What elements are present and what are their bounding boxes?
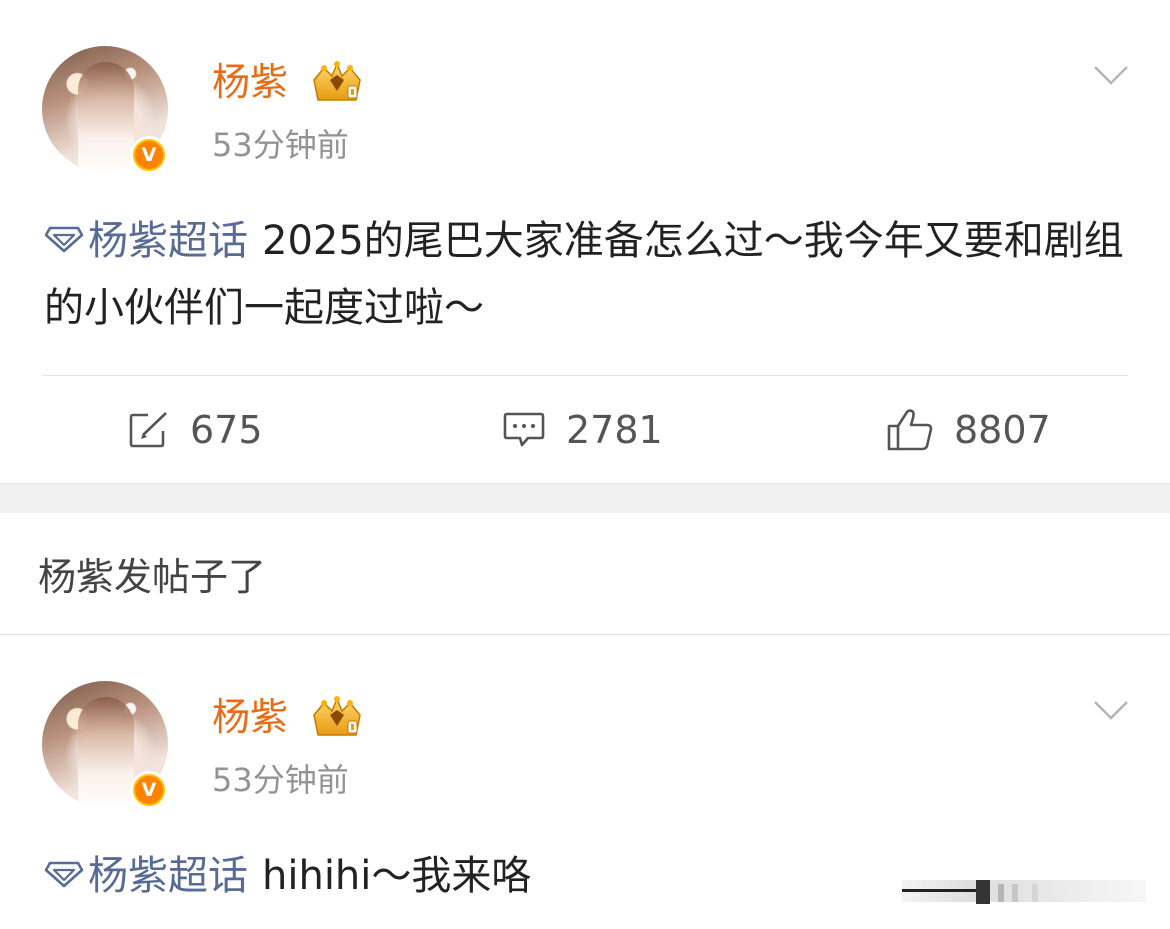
post-time: 53分钟前 bbox=[212, 761, 349, 799]
comment-icon bbox=[503, 412, 545, 447]
supertopic-link[interactable]: 杨紫超话 bbox=[44, 218, 248, 264]
divider bbox=[42, 375, 1128, 376]
comment-button[interactable]: 2781 bbox=[502, 400, 663, 460]
username[interactable]: 杨紫 bbox=[212, 693, 288, 741]
chevron-down-icon[interactable] bbox=[1092, 697, 1130, 723]
crown-member-icon[interactable] bbox=[310, 60, 364, 106]
crown-member-icon[interactable] bbox=[310, 695, 364, 741]
repost-icon bbox=[129, 412, 167, 448]
watermark bbox=[902, 880, 1146, 904]
weibo-post-1: V 杨紫 53分钟前 杨紫超话 2025的尾巴大家准备怎么过～我今年又要和剧组的小… bbox=[0, 0, 1170, 483]
chevron-down-icon[interactable] bbox=[1092, 62, 1130, 88]
like-icon bbox=[887, 409, 933, 451]
comment-count: 2781 bbox=[566, 408, 663, 452]
verified-badge-icon: V bbox=[130, 771, 168, 809]
like-button[interactable]: 8807 bbox=[886, 400, 1051, 460]
action-bar: 675 2781 8807 bbox=[0, 400, 1170, 460]
username[interactable]: 杨紫 bbox=[212, 58, 288, 106]
repost-count: 675 bbox=[190, 408, 263, 452]
supertopic-link[interactable]: 杨紫超话 bbox=[44, 853, 248, 899]
post-text: hihihi～我来咯 bbox=[262, 853, 532, 899]
section-gap bbox=[0, 483, 1170, 513]
notice-text: 杨紫发帖子了 bbox=[38, 555, 267, 599]
like-count: 8807 bbox=[954, 408, 1051, 452]
supertopic-diamond-icon bbox=[44, 861, 84, 888]
verified-badge-icon: V bbox=[130, 136, 168, 174]
repost-button[interactable]: 675 bbox=[128, 400, 263, 460]
supertopic-diamond-icon bbox=[44, 226, 84, 253]
post-time: 53分钟前 bbox=[212, 126, 349, 164]
post-content: 杨紫超话 2025的尾巴大家准备怎么过～我今年又要和剧组的小伙伴们一起度过啦～ bbox=[44, 208, 1134, 342]
